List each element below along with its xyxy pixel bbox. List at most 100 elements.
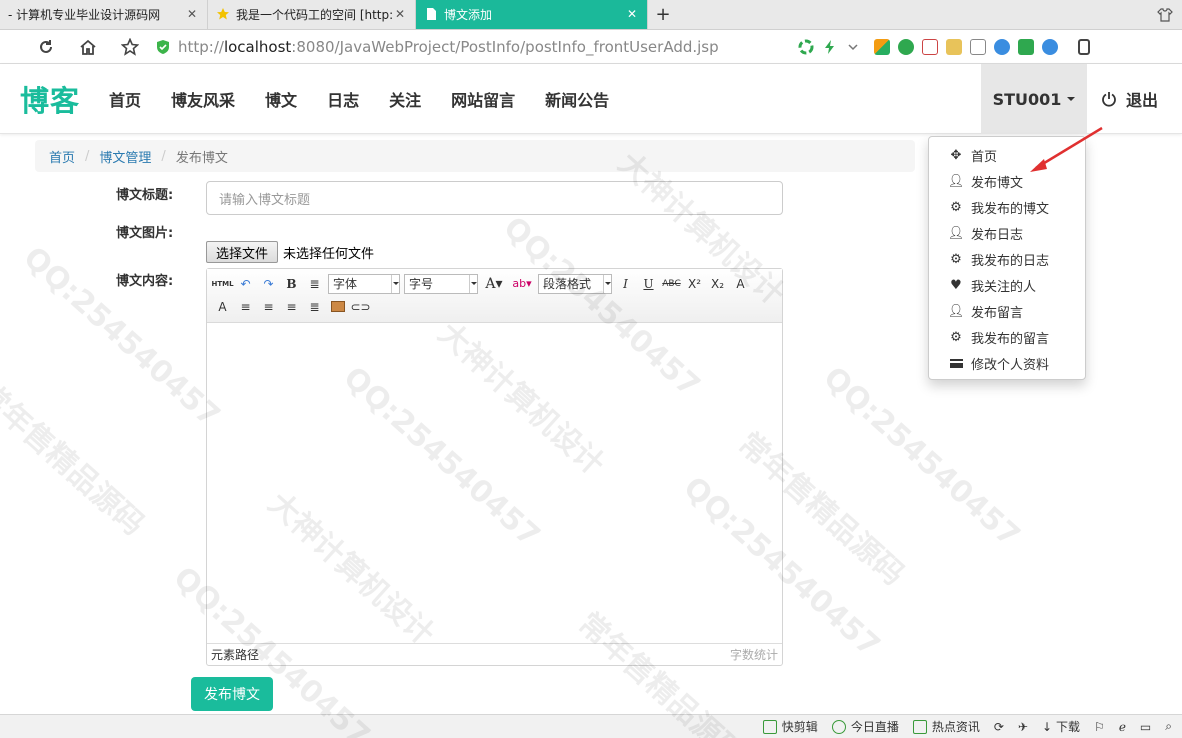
site-brand[interactable]: 博客 <box>20 78 80 120</box>
highlight-icon[interactable]: ab▾ <box>508 274 536 294</box>
menu-item-following[interactable]: ♥ 我关注的人 <box>929 272 1085 298</box>
format-clear-icon[interactable]: ≣ <box>303 274 326 294</box>
italic-icon[interactable]: I <box>614 274 637 294</box>
logout-label: 退出 <box>1126 91 1159 110</box>
game-icon[interactable] <box>970 39 986 55</box>
menu-item-publish-diary[interactable]: 👤︎ 发布日志 <box>929 220 1085 246</box>
new-tab-button[interactable]: + <box>648 0 678 29</box>
close-icon[interactable]: ✕ <box>625 7 639 21</box>
rich-text-editor[interactable]: HTML ↶ ↷ B ≣ 字体 字号 A▾ ab▾ 段落格式 I U ABC X… <box>206 268 783 666</box>
nav-posts[interactable]: 博文 <box>250 87 312 111</box>
browser-tab-active[interactable]: 博文添加 ✕ <box>416 0 648 29</box>
nav-news[interactable]: 新闻公告 <box>530 87 624 111</box>
status-window[interactable]: ▭ <box>1140 720 1151 734</box>
flag-icon: ⚐ <box>1094 719 1105 734</box>
url-domain: localhost <box>223 37 292 56</box>
align-justify-icon[interactable]: ≣ <box>303 297 326 317</box>
breadcrumb-separator: / <box>85 148 90 164</box>
status-ie[interactable]: ℯ <box>1119 720 1126 734</box>
menu-label: 首页 <box>971 149 998 165</box>
menu-item-my-diaries[interactable]: ⚙ 我发布的日志 <box>929 246 1085 272</box>
superscript-icon[interactable]: X² <box>683 274 706 294</box>
loading-icon[interactable] <box>798 39 814 55</box>
status-clip[interactable]: 快剪辑 <box>762 718 818 735</box>
status-zoom[interactable]: ⌕ <box>1165 719 1172 734</box>
menu-item-edit-profile[interactable]: 修改个人资料 <box>929 350 1085 376</box>
nav-diary[interactable]: 日志 <box>312 87 374 111</box>
power-icon <box>1102 92 1116 107</box>
apps-icon[interactable] <box>874 39 890 55</box>
redo-icon[interactable]: ↷ <box>257 274 280 294</box>
browser-tab[interactable]: 我是一个代码工的空间 [http://2 ✕ <box>208 0 416 29</box>
status-live[interactable]: 今日直播 <box>831 718 899 735</box>
status-news[interactable]: 热点资讯 <box>912 718 980 735</box>
undo-icon[interactable]: ↶ <box>234 274 257 294</box>
menu-item-publish-message[interactable]: 👤︎ 发布留言 <box>929 298 1085 324</box>
lightning-icon[interactable] <box>822 39 838 55</box>
phone-icon[interactable] <box>1078 39 1090 55</box>
choose-file-button[interactable]: 选择文件 <box>206 241 278 263</box>
reload-icon[interactable] <box>30 31 62 63</box>
breadcrumb-home[interactable]: 首页 <box>49 147 75 166</box>
url-scheme: http:// <box>178 37 224 56</box>
font-color-icon[interactable]: A▾ <box>480 274 508 294</box>
underline-icon[interactable]: U <box>637 274 660 294</box>
download-icon: ↓ <box>1041 719 1053 734</box>
minus-icon[interactable] <box>1042 39 1058 55</box>
zoom-icon: ⌕ <box>1165 719 1172 733</box>
adblock-icon[interactable] <box>922 39 938 55</box>
menu-label: 我发布的日志 <box>971 253 1050 269</box>
font-size-select[interactable]: 字号 <box>404 273 478 294</box>
bookmark-star-icon[interactable] <box>114 31 146 63</box>
post-title-input[interactable]: 请输入博文标题 <box>206 181 783 215</box>
bold-icon[interactable]: B <box>280 274 303 294</box>
status-pin[interactable]: ✈ <box>1018 720 1028 734</box>
link-icon[interactable]: ⊂⊃ <box>349 297 372 317</box>
screenshot-icon[interactable] <box>946 39 962 55</box>
font-size-up-icon[interactable]: A <box>729 274 752 294</box>
menu-label: 我发布的留言 <box>971 331 1050 347</box>
ie-icon: ℯ <box>1118 719 1126 734</box>
close-icon[interactable]: ✕ <box>185 7 199 21</box>
paragraph-format-select[interactable]: 段落格式 <box>538 273 612 294</box>
url-field[interactable]: http://localhost:8080/JavaWebProject/Pos… <box>156 38 719 56</box>
align-left-icon[interactable]: ≡ <box>234 297 257 317</box>
nav-home[interactable]: 首页 <box>94 87 156 111</box>
status-flag[interactable]: ⚐ <box>1094 720 1105 734</box>
status-download[interactable]: ↓ 下载 <box>1042 718 1080 735</box>
html-source-icon[interactable]: HTML <box>211 274 234 294</box>
gear-icon: ⚙ <box>950 199 962 215</box>
font-family-select[interactable]: 字体 <box>328 273 400 294</box>
menu-item-my-posts[interactable]: ⚙ 我发布的博文 <box>929 194 1085 220</box>
element-path: 元素路径 <box>211 648 260 662</box>
home-icon[interactable] <box>72 31 104 63</box>
font-select-value: 字体 <box>333 277 358 291</box>
submit-post-button[interactable]: 发布博文 <box>191 677 273 711</box>
nav-users[interactable]: 博友风采 <box>156 87 250 111</box>
align-center-icon[interactable]: ≡ <box>280 297 303 317</box>
status-refresh[interactable]: ⟳ <box>994 720 1004 734</box>
skin-icon[interactable] <box>1156 6 1174 24</box>
image-icon[interactable] <box>326 297 349 317</box>
extension-toolbar <box>798 37 1090 57</box>
breadcrumb-section[interactable]: 博文管理 <box>99 147 151 166</box>
breadcrumb: 首页 / 博文管理 / 发布博文 <box>35 140 915 172</box>
search-icon[interactable] <box>994 39 1010 55</box>
yuan-icon[interactable] <box>898 39 914 55</box>
menu-item-my-messages[interactable]: ⚙ 我发布的留言 <box>929 324 1085 350</box>
book-icon[interactable] <box>1018 39 1034 55</box>
status-label: 热点资讯 <box>931 720 980 734</box>
close-icon[interactable]: ✕ <box>393 7 407 21</box>
nav-messages[interactable]: 网站留言 <box>436 87 530 111</box>
browser-tab[interactable]: - 计算机专业毕业设计源码网 ✕ <box>0 0 208 29</box>
url-path: :8080/JavaWebProject/PostInfo/postInfo_f… <box>291 37 719 56</box>
user-dropdown-toggle[interactable]: STU001 <box>981 64 1087 134</box>
nav-follow[interactable]: 关注 <box>374 87 436 111</box>
browser-status-bar: 快剪辑 今日直播 热点资讯 ⟳ ✈ ↓ 下载 ⚐ ℯ ▭ ⌕ <box>0 714 1182 738</box>
font-size-down-icon[interactable]: A <box>211 297 234 317</box>
chevron-down-icon[interactable] <box>846 39 860 55</box>
subscript-icon[interactable]: X₂ <box>706 274 729 294</box>
logout-button[interactable]: 退出 <box>1101 64 1158 134</box>
strikethrough-icon[interactable]: ABC <box>660 274 683 294</box>
align-right-icon[interactable]: ≡ <box>257 297 280 317</box>
